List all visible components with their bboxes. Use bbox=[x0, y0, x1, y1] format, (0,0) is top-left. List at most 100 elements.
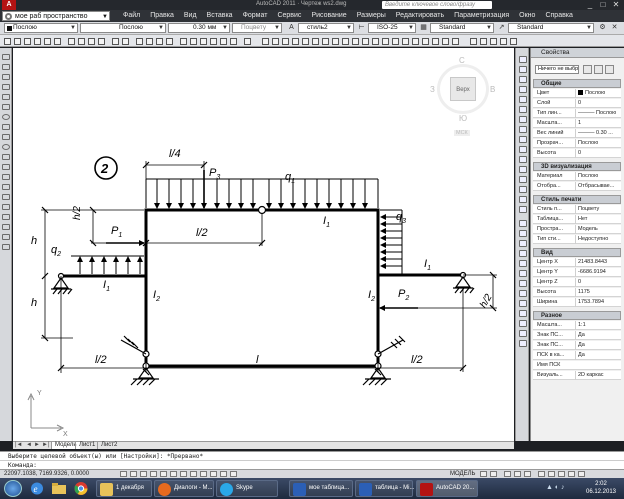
menu-file[interactable]: Файл bbox=[118, 11, 145, 21]
property-value[interactable]: 2D каркас bbox=[575, 371, 621, 380]
property-row[interactable]: Высота 1175 bbox=[533, 288, 621, 297]
line-tool-icon[interactable] bbox=[2, 54, 10, 60]
hatch-icon[interactable] bbox=[2, 194, 10, 200]
task-autocad[interactable]: AutoCAD 20... bbox=[416, 480, 478, 497]
menu-view[interactable]: Вид bbox=[179, 11, 202, 21]
grid-display-icon[interactable] bbox=[130, 471, 137, 477]
explorer-icon[interactable] bbox=[50, 480, 68, 497]
spline-icon[interactable] bbox=[2, 134, 10, 140]
help-icon[interactable] bbox=[244, 38, 251, 45]
settings-icon[interactable]: ⚙ bbox=[598, 23, 607, 33]
property-value[interactable]: 0 bbox=[575, 99, 621, 108]
dim-diameter-icon[interactable] bbox=[322, 38, 329, 45]
tablestyle-select[interactable]: Standard ▼ bbox=[430, 23, 494, 33]
scale-icon[interactable] bbox=[519, 126, 527, 133]
property-value[interactable]: 1753.7894 bbox=[575, 298, 621, 307]
property-value[interactable]: Да bbox=[575, 351, 621, 360]
selection-select[interactable]: Ничего не выбрано bbox=[535, 65, 579, 74]
zoom-out-icon[interactable] bbox=[500, 38, 507, 45]
tablestyle-icon[interactable]: ▦ bbox=[419, 23, 428, 33]
zoom-in-icon[interactable] bbox=[490, 38, 497, 45]
rotate-icon[interactable] bbox=[519, 116, 527, 123]
fillet-icon[interactable] bbox=[519, 196, 527, 203]
erase-icon[interactable] bbox=[519, 56, 527, 63]
dim-continue-icon[interactable] bbox=[362, 38, 369, 45]
stretch-icon[interactable] bbox=[519, 136, 527, 143]
properties-section-header[interactable]: Разное bbox=[533, 311, 621, 320]
dim-baseline-icon[interactable] bbox=[352, 38, 359, 45]
inspect-icon[interactable] bbox=[412, 38, 419, 45]
selection-cycling-icon[interactable] bbox=[230, 471, 237, 477]
redo-icon[interactable] bbox=[122, 38, 129, 45]
property-row[interactable]: Слой 0 bbox=[533, 99, 621, 108]
dynamic-ucs-icon[interactable] bbox=[180, 471, 187, 477]
text-style-icon[interactable]: A bbox=[287, 23, 296, 33]
start-button[interactable] bbox=[4, 480, 22, 497]
copy-icon[interactable] bbox=[78, 38, 85, 45]
move-icon[interactable] bbox=[519, 106, 527, 113]
mtext-icon[interactable] bbox=[2, 234, 10, 240]
dim-angular-icon[interactable] bbox=[332, 38, 339, 45]
property-value[interactable]: -6686.9194 bbox=[575, 268, 621, 277]
property-value[interactable]: Поцвету bbox=[575, 205, 621, 214]
match-properties-icon[interactable] bbox=[98, 38, 105, 45]
textstyle-select[interactable]: стиль2 ▼ bbox=[298, 23, 354, 33]
property-value[interactable]: Отбрасывае... bbox=[575, 182, 621, 191]
osnap-center-icon[interactable] bbox=[519, 250, 527, 257]
dimstyle-icon[interactable]: ⊢ bbox=[357, 23, 366, 33]
property-row[interactable]: Центр Z 0 bbox=[533, 278, 621, 287]
osnap-none-icon[interactable] bbox=[519, 330, 527, 337]
menu-window[interactable]: Окно bbox=[514, 11, 540, 21]
property-value[interactable]: 0 bbox=[575, 149, 621, 158]
ellipse-icon[interactable] bbox=[2, 144, 10, 150]
construction-line-icon[interactable] bbox=[2, 64, 10, 70]
mleaderstyle-select[interactable]: Standard ▼ bbox=[508, 23, 594, 33]
dim-arc-icon[interactable] bbox=[282, 38, 289, 45]
property-row[interactable]: Центр X 21483.8443 bbox=[533, 258, 621, 267]
polar-tracking-icon[interactable] bbox=[150, 471, 157, 477]
task-word-2[interactable]: таблица - Mi... bbox=[355, 480, 414, 497]
menu-draw[interactable]: Рисование bbox=[306, 11, 351, 21]
insert-block-icon[interactable] bbox=[2, 164, 10, 170]
dim-text-edit-icon[interactable] bbox=[442, 38, 449, 45]
properties-section-header[interactable]: Стиль печати bbox=[533, 195, 621, 204]
viewcube-north[interactable]: С bbox=[459, 56, 465, 65]
open-file-icon[interactable] bbox=[14, 38, 21, 45]
viewcube[interactable]: С Ю З В Верх МСК bbox=[426, 54, 496, 136]
color-select[interactable]: Послою ▼ bbox=[4, 23, 78, 33]
ellipse-arc-icon[interactable] bbox=[2, 154, 10, 160]
snap-mode-icon[interactable] bbox=[120, 471, 127, 477]
save-icon[interactable] bbox=[24, 38, 31, 45]
osnap-perpendicular-icon[interactable] bbox=[519, 280, 527, 287]
osnap-parallel-icon[interactable] bbox=[519, 290, 527, 297]
make-block-icon[interactable] bbox=[2, 174, 10, 180]
dim-edit-icon[interactable] bbox=[432, 38, 439, 45]
property-row[interactable]: ПСК в ка... Да bbox=[533, 351, 621, 360]
minimize-button[interactable]: _ bbox=[584, 0, 596, 10]
linetype-select[interactable]: Послою ▼ bbox=[80, 23, 166, 33]
rectangle-icon[interactable] bbox=[2, 94, 10, 100]
viewcube-west[interactable]: З bbox=[430, 85, 435, 94]
property-value[interactable]: 1:1 bbox=[575, 321, 621, 330]
drawing-canvas[interactable]: 2 l/4 P3 q1 q3 P1 q2 h/2 l/2 h h I1 I1 I… bbox=[13, 48, 514, 441]
viewcube-top-face[interactable]: Верх bbox=[450, 77, 476, 101]
property-row[interactable]: Стиль п... Поцвету bbox=[533, 205, 621, 214]
wcs-menu[interactable]: МСК bbox=[454, 130, 470, 136]
zoom-all-icon[interactable] bbox=[480, 38, 487, 45]
property-value[interactable]: Недоступно bbox=[575, 235, 621, 244]
explode-icon[interactable] bbox=[519, 206, 527, 213]
tab-next-icon[interactable]: ► bbox=[34, 442, 40, 449]
design-center-icon[interactable] bbox=[190, 38, 197, 45]
task-firefox[interactable]: Диалоги - М... bbox=[154, 480, 214, 497]
chamfer-icon[interactable] bbox=[519, 186, 527, 193]
zoom-object-icon[interactable] bbox=[510, 38, 517, 45]
property-value[interactable]: 21483.8443 bbox=[575, 258, 621, 267]
tool-palettes-icon[interactable] bbox=[200, 38, 207, 45]
menu-help[interactable]: Справка bbox=[540, 11, 577, 21]
property-row[interactable]: Простра... Модель bbox=[533, 225, 621, 234]
menu-parametric[interactable]: Параметризация bbox=[449, 11, 514, 21]
properties-section-header[interactable]: Общие bbox=[533, 79, 621, 88]
lineweight-select[interactable]: 0.30 мм ▼ bbox=[168, 23, 230, 33]
cut-icon[interactable] bbox=[68, 38, 75, 45]
dim-linear-icon[interactable] bbox=[262, 38, 269, 45]
